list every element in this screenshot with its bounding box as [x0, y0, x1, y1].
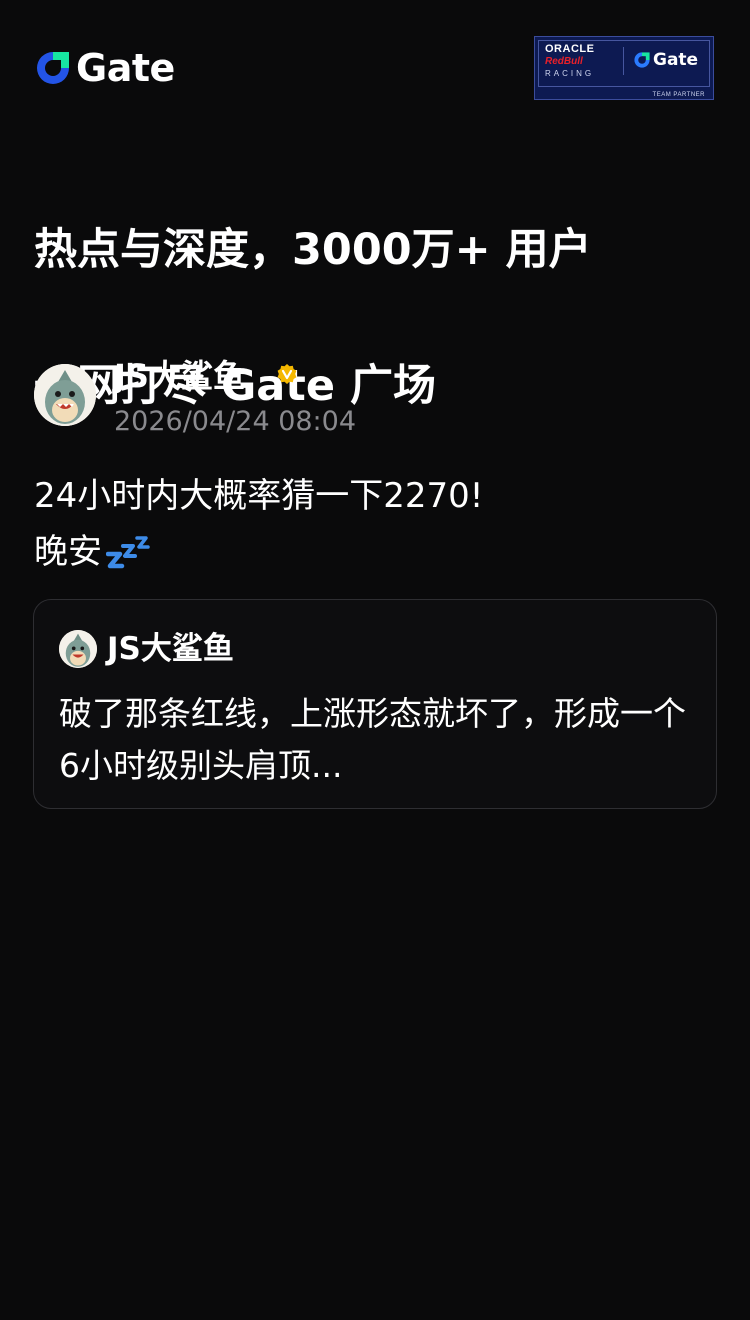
author-avatar[interactable] — [34, 364, 96, 426]
author-name[interactable]: JS大鲨鱼 — [114, 356, 245, 396]
badge-gate-text: Gate — [653, 50, 699, 70]
verified-badge-icon — [277, 364, 297, 384]
badge-gate-logo: Gate — [633, 50, 698, 70]
shark-avatar-small-icon — [59, 630, 97, 668]
logo-text: Gate — [76, 46, 175, 90]
quoted-post-card[interactable]: JS大鲨鱼 破了那条红线，上涨形态就坏了，形成一个6小时级别头肩顶... — [33, 599, 717, 809]
team-partner-badge: ORACLE RedBull RACING Gate TEAM PARTNER — [534, 36, 714, 100]
redbull-label: RedBull — [545, 56, 583, 67]
zzz-icon — [106, 536, 150, 569]
post-text-1: 24小时内大概率猜一下2270! — [34, 476, 484, 516]
post-text-line-2: 晚安 — [34, 524, 714, 580]
quoted-author-name: JS大鲨鱼 — [107, 631, 234, 667]
oracle-label: ORACLE — [545, 43, 595, 55]
post-author-row: JS大鲨鱼 2026/04/24 08:04 — [34, 352, 714, 442]
badge-divider — [623, 47, 624, 75]
app-header: Gate ORACLE RedBull RACING Gate TEAM PAR… — [34, 36, 714, 102]
quoted-author-avatar — [59, 630, 97, 668]
gate-logo-icon — [37, 52, 69, 84]
post-text-line-1: 24小时内大概率猜一下2270! — [34, 468, 714, 524]
team-partner-label: TEAM PARTNER — [652, 92, 705, 98]
post-text-2: 晚安 — [34, 532, 102, 572]
post-content: 24小时内大概率猜一下2270! 晚安 — [34, 468, 714, 580]
gate-logo-small-icon — [634, 52, 650, 68]
quoted-post-text: 破了那条红线，上涨形态就坏了，形成一个6小时级别头肩顶... — [59, 694, 686, 785]
gate-logo[interactable]: Gate — [34, 48, 175, 88]
racing-label: RACING — [545, 69, 595, 78]
post-timestamp: 2026/04/24 08:04 — [114, 406, 357, 437]
shark-avatar-icon — [34, 364, 96, 426]
headline-line-1: 热点与深度，3000万+ 用户 — [34, 225, 592, 275]
